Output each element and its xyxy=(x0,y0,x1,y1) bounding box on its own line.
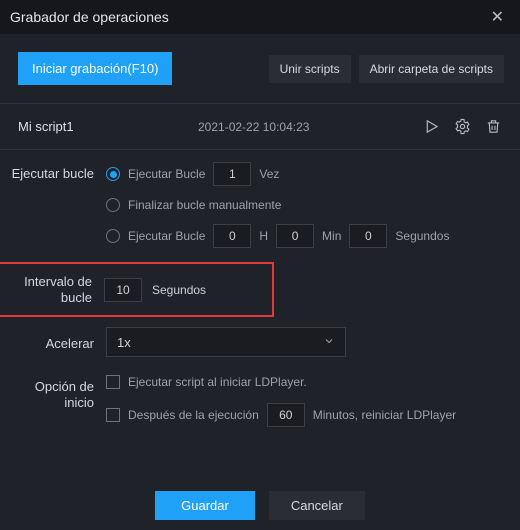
loop-manual-label: Finalizar bucle manualmente xyxy=(128,198,281,212)
chevron-down-icon xyxy=(323,335,335,350)
startup-after-exec-label: Después de la ejecución xyxy=(128,408,259,422)
startup-on-launch-option[interactable]: Ejecutar script al iniciar LDPlayer. xyxy=(106,375,502,389)
script-name: Mi script1 xyxy=(18,119,198,134)
settings-form: Ejecutar bucle Ejecutar Bucle Vez Finali… xyxy=(0,150,520,439)
start-recording-button[interactable]: Iniciar grabación(F10) xyxy=(18,52,172,85)
loop-m-label: Min xyxy=(322,229,341,243)
loop-section-label: Ejecutar bucle xyxy=(6,162,106,182)
loop-seconds-input[interactable] xyxy=(349,224,387,248)
loop-option-duration[interactable]: Ejecutar Bucle H Min Segundos xyxy=(106,224,502,248)
startup-label: Opción de inicio xyxy=(6,375,106,410)
loop-option-manual[interactable]: Finalizar bucle manualmente xyxy=(106,198,502,212)
loop-count-label: Ejecutar Bucle xyxy=(128,167,205,181)
startup-on-launch-label: Ejecutar script al iniciar LDPlayer. xyxy=(128,375,307,389)
trash-icon[interactable] xyxy=(485,118,502,135)
cancel-button[interactable]: Cancelar xyxy=(269,491,365,520)
play-icon[interactable] xyxy=(423,118,440,135)
checkbox-icon xyxy=(106,408,120,422)
loop-duration-label: Ejecutar Bucle xyxy=(128,229,205,243)
footer: Guardar Cancelar xyxy=(0,491,520,520)
radio-checked-icon xyxy=(106,167,120,181)
radio-icon xyxy=(106,229,120,243)
interval-unit: Segundos xyxy=(152,283,206,297)
radio-icon xyxy=(106,198,120,212)
save-button[interactable]: Guardar xyxy=(155,491,255,520)
window-title: Grabador de operaciones xyxy=(10,9,169,25)
restart-minutes-suffix: Minutos, reiniciar LDPlayer xyxy=(313,408,456,422)
interval-input[interactable] xyxy=(104,278,142,302)
loop-s-label: Segundos xyxy=(395,229,449,243)
open-scripts-folder-button[interactable]: Abrir carpeta de scripts xyxy=(359,55,504,83)
script-date: 2021-02-22 10:04:23 xyxy=(198,120,423,134)
titlebar: Grabador de operaciones ✕ xyxy=(0,0,520,34)
gear-icon[interactable] xyxy=(454,118,471,135)
loop-h-label: H xyxy=(259,229,268,243)
loop-count-input[interactable] xyxy=(213,162,251,186)
merge-scripts-button[interactable]: Unir scripts xyxy=(269,55,351,83)
checkbox-icon xyxy=(106,375,120,389)
startup-after-exec-option[interactable]: Después de la ejecución Minutos, reinici… xyxy=(106,403,502,427)
loop-option-count[interactable]: Ejecutar Bucle Vez xyxy=(106,162,502,186)
accel-label: Acelerar xyxy=(6,332,106,352)
loop-count-suffix: Vez xyxy=(259,167,279,181)
close-icon[interactable]: ✕ xyxy=(485,3,510,31)
interval-label: Intervalo de bucle xyxy=(2,274,104,305)
restart-minutes-input[interactable] xyxy=(267,403,305,427)
interval-highlight: Intervalo de bucle Segundos xyxy=(0,262,274,317)
loop-hours-input[interactable] xyxy=(213,224,251,248)
accel-value: 1x xyxy=(117,335,131,350)
accel-select[interactable]: 1x xyxy=(106,327,346,357)
toolbar: Iniciar grabación(F10) Unir scripts Abri… xyxy=(0,34,520,104)
loop-minutes-input[interactable] xyxy=(276,224,314,248)
script-row: Mi script1 2021-02-22 10:04:23 xyxy=(0,104,520,150)
